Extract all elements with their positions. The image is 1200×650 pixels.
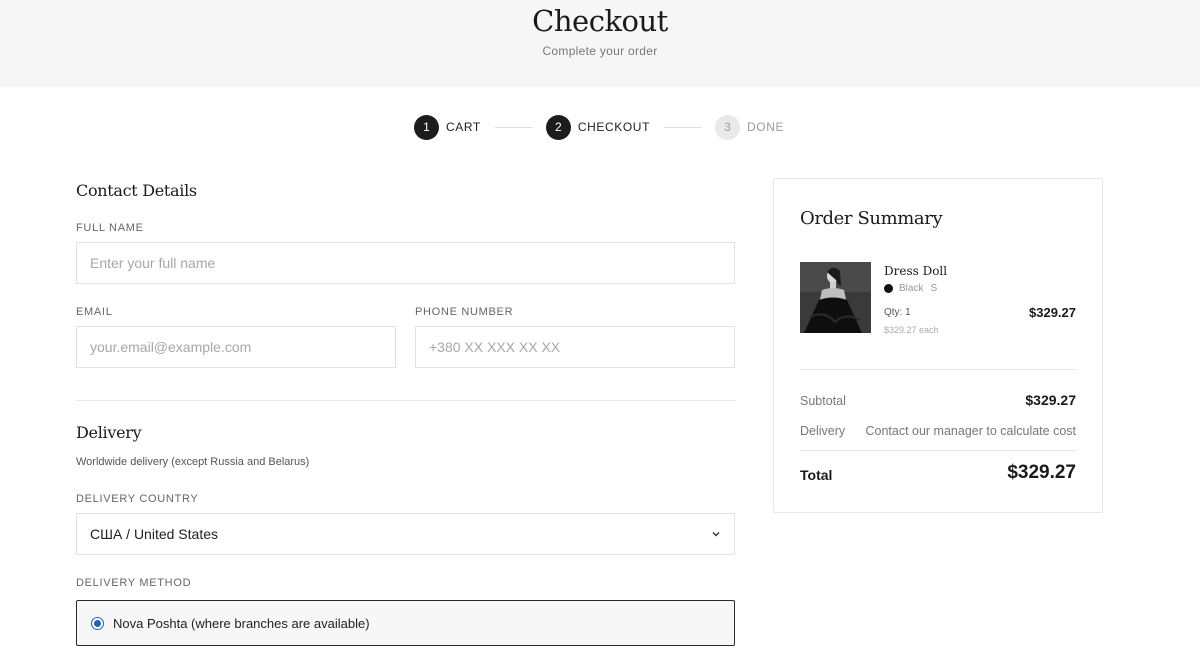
delivery-note: Worldwide delivery (except Russia and Be… [76, 456, 310, 468]
delivery-method-option[interactable]: Nova Poshta (where branches are availabl… [76, 600, 735, 646]
subtotal-value: $329.27 [1025, 392, 1076, 408]
product-size: S [930, 283, 938, 294]
order-summary-heading: Order Summary [800, 208, 943, 229]
step-number: 2 [545, 114, 571, 140]
product-line-price: $329.27 [1029, 305, 1076, 320]
subtotal-label: Subtotal [800, 394, 846, 408]
product-quantity: Qty: 1 [884, 307, 911, 318]
email-label: EMAIL [76, 306, 113, 318]
contact-details-heading: Contact Details [76, 181, 197, 200]
delivery-method-label: DELIVERY METHOD [76, 577, 192, 589]
page-header: Checkout Complete your order [0, 0, 1200, 87]
phone-input[interactable] [415, 326, 735, 368]
page-title: Checkout [532, 4, 668, 38]
color-swatch [884, 284, 893, 293]
step-number: 1 [414, 114, 439, 140]
total-label: Total [800, 467, 833, 483]
step-connector [664, 126, 702, 128]
step-cart[interactable]: 1 CART [414, 114, 481, 140]
step-connector [494, 126, 533, 128]
email-input[interactable] [76, 326, 396, 368]
page-subtitle: Complete your order [542, 44, 658, 58]
delivery-country-label: DELIVERY COUNTRY [76, 493, 199, 505]
total-value: $329.27 [1007, 462, 1076, 483]
chevron-down-icon [711, 529, 721, 539]
step-label: CART [446, 120, 481, 134]
order-summary-card: Order Summary Dress Doll Black S Qty: 1 … [773, 178, 1103, 513]
step-number: 3 [715, 114, 740, 140]
product-variant: Black S [884, 283, 937, 294]
delivery-heading: Delivery [76, 423, 142, 442]
full-name-label: FULL NAME [76, 222, 144, 234]
phone-label: PHONE NUMBER [415, 306, 514, 318]
product-unit-price: $329.27 each [884, 325, 939, 335]
step-checkout: 2 CHECKOUT [545, 114, 650, 140]
section-divider [76, 400, 736, 401]
delivery-country-value: США / United States [90, 526, 218, 542]
delivery-country-select[interactable]: США / United States [76, 513, 735, 555]
delivery-method-option-label: Nova Poshta (where branches are availabl… [113, 615, 370, 631]
full-name-input[interactable] [76, 242, 735, 284]
step-label: DONE [747, 120, 785, 134]
summary-divider [800, 369, 1076, 370]
product-name: Dress Doll [884, 264, 948, 278]
radio-selected-dot [94, 619, 101, 627]
product-image [800, 262, 871, 333]
delivery-cost-value: Contact our manager to calculate cost [865, 424, 1076, 438]
product-color: Black [899, 283, 924, 294]
checkout-stepper: 1 CART 2 CHECKOUT 3 DONE [414, 114, 784, 140]
delivery-method-radio[interactable] [91, 616, 104, 630]
step-label: CHECKOUT [577, 120, 650, 134]
summary-divider [800, 450, 1076, 451]
delivery-cost-label: Delivery [800, 424, 846, 438]
step-done: 3 DONE [715, 114, 785, 140]
